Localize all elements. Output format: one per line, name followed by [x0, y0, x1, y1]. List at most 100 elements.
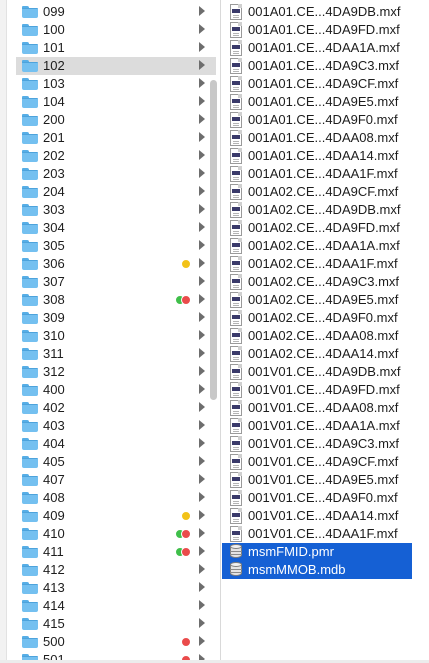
folder-row[interactable]: 415: [16, 615, 216, 633]
folder-row[interactable]: 412: [16, 561, 216, 579]
folder-row[interactable]: 408: [16, 489, 216, 507]
chevron-right-icon[interactable]: [199, 78, 205, 88]
chevron-right-icon[interactable]: [199, 6, 205, 16]
file-row[interactable]: 001V01.CE...4DA9DB.mxf: [222, 363, 412, 381]
folder-row[interactable]: 411: [16, 543, 216, 561]
folder-row[interactable]: 500: [16, 633, 216, 651]
file-row[interactable]: 001V01.CE...4DAA14.mxf: [222, 507, 412, 525]
folder-row[interactable]: 414: [16, 597, 216, 615]
file-row[interactable]: 001V01.CE...4DAA08.mxf: [222, 399, 412, 417]
file-row[interactable]: 001A02.CE...4DAA1A.mxf: [222, 237, 412, 255]
folder-row[interactable]: 306: [16, 255, 216, 273]
folder-row[interactable]: 202: [16, 147, 216, 165]
chevron-right-icon[interactable]: [199, 564, 205, 574]
file-row[interactable]: 001A01.CE...4DA9CF.mxf: [222, 75, 412, 93]
chevron-right-icon[interactable]: [199, 456, 205, 466]
column-divider[interactable]: [220, 0, 221, 663]
file-row[interactable]: 001V01.CE...4DAA1F.mxf: [222, 525, 412, 543]
chevron-right-icon[interactable]: [199, 600, 205, 610]
file-row[interactable]: 001A02.CE...4DA9F0.mxf: [222, 309, 412, 327]
folder-row[interactable]: 410: [16, 525, 216, 543]
file-row[interactable]: 001A01.CE...4DAA1A.mxf: [222, 39, 412, 57]
chevron-right-icon[interactable]: [199, 582, 205, 592]
folder-row[interactable]: 310: [16, 327, 216, 345]
chevron-right-icon[interactable]: [199, 438, 205, 448]
folder-row[interactable]: 402: [16, 399, 216, 417]
folder-row[interactable]: 099: [16, 3, 216, 21]
folder-row[interactable]: 311: [16, 345, 216, 363]
chevron-right-icon[interactable]: [199, 186, 205, 196]
folder-row[interactable]: 400: [16, 381, 216, 399]
chevron-right-icon[interactable]: [199, 312, 205, 322]
folder-row[interactable]: 307: [16, 273, 216, 291]
file-row[interactable]: 001V01.CE...4DA9C3.mxf: [222, 435, 412, 453]
file-row[interactable]: 001A02.CE...4DAA14.mxf: [222, 345, 412, 363]
chevron-right-icon[interactable]: [199, 474, 205, 484]
chevron-right-icon[interactable]: [199, 348, 205, 358]
chevron-right-icon[interactable]: [199, 42, 205, 52]
file-row[interactable]: 001A01.CE...4DA9C3.mxf: [222, 57, 412, 75]
folder-row[interactable]: 102: [16, 57, 216, 75]
chevron-right-icon[interactable]: [199, 420, 205, 430]
folder-row[interactable]: 309: [16, 309, 216, 327]
file-row[interactable]: 001A01.CE...4DA9DB.mxf: [222, 3, 412, 21]
file-row[interactable]: 001A01.CE...4DA9F0.mxf: [222, 111, 412, 129]
file-row[interactable]: 001A01.CE...4DA9E5.mxf: [222, 93, 412, 111]
file-row[interactable]: 001A01.CE...4DAA08.mxf: [222, 129, 412, 147]
folder-row[interactable]: 101: [16, 39, 216, 57]
file-row[interactable]: 001A02.CE...4DAA1F.mxf: [222, 255, 412, 273]
file-row[interactable]: msmMMOB.mdb: [222, 561, 412, 579]
file-row[interactable]: 001V01.CE...4DAA1A.mxf: [222, 417, 412, 435]
file-row[interactable]: 001A01.CE...4DA9FD.mxf: [222, 21, 412, 39]
chevron-right-icon[interactable]: [199, 132, 205, 142]
folder-row[interactable]: 103: [16, 75, 216, 93]
file-row[interactable]: 001V01.CE...4DA9E5.mxf: [222, 471, 412, 489]
file-row[interactable]: 001V01.CE...4DA9F0.mxf: [222, 489, 412, 507]
folder-row[interactable]: 407: [16, 471, 216, 489]
folder-row[interactable]: 100: [16, 21, 216, 39]
folder-row[interactable]: 305: [16, 237, 216, 255]
file-row[interactable]: 001A02.CE...4DA9DB.mxf: [222, 201, 412, 219]
folder-row[interactable]: 308: [16, 291, 216, 309]
file-row[interactable]: 001A02.CE...4DA9C3.mxf: [222, 273, 412, 291]
folder-row[interactable]: 409: [16, 507, 216, 525]
folder-row[interactable]: 200: [16, 111, 216, 129]
file-row[interactable]: 001A01.CE...4DAA14.mxf: [222, 147, 412, 165]
file-row[interactable]: 001V01.CE...4DA9CF.mxf: [222, 453, 412, 471]
chevron-right-icon[interactable]: [199, 258, 205, 268]
folder-row[interactable]: 403: [16, 417, 216, 435]
file-column[interactable]: 001A01.CE...4DA9DB.mxf 001A01.CE...4DA9FD…: [222, 0, 412, 660]
file-row[interactable]: 001A02.CE...4DA9CF.mxf: [222, 183, 412, 201]
folder-row[interactable]: 404: [16, 435, 216, 453]
chevron-right-icon[interactable]: [199, 168, 205, 178]
folder-row[interactable]: 203: [16, 165, 216, 183]
file-row[interactable]: 001A01.CE...4DAA1F.mxf: [222, 165, 412, 183]
chevron-right-icon[interactable]: [199, 96, 205, 106]
file-row[interactable]: 001A02.CE...4DA9FD.mxf: [222, 219, 412, 237]
chevron-right-icon[interactable]: [199, 294, 205, 304]
folder-row[interactable]: 312: [16, 363, 216, 381]
chevron-right-icon[interactable]: [199, 222, 205, 232]
chevron-right-icon[interactable]: [199, 276, 205, 286]
folder-row[interactable]: 204: [16, 183, 216, 201]
chevron-right-icon[interactable]: [199, 618, 205, 628]
chevron-right-icon[interactable]: [199, 510, 205, 520]
folder-row[interactable]: 304: [16, 219, 216, 237]
folder-column-scrollbar[interactable]: [210, 80, 217, 400]
chevron-right-icon[interactable]: [199, 330, 205, 340]
file-row[interactable]: 001A02.CE...4DAA08.mxf: [222, 327, 412, 345]
chevron-right-icon[interactable]: [199, 150, 205, 160]
chevron-right-icon[interactable]: [199, 24, 205, 34]
folder-row[interactable]: 413: [16, 579, 216, 597]
chevron-right-icon[interactable]: [199, 402, 205, 412]
chevron-right-icon[interactable]: [199, 366, 205, 376]
folder-column[interactable]: 099 100 101 102 103 104 200 201 202 203 204 303 304 3…: [16, 0, 216, 660]
folder-row[interactable]: 405: [16, 453, 216, 471]
folder-row[interactable]: 303: [16, 201, 216, 219]
file-row[interactable]: 001A02.CE...4DA9E5.mxf: [222, 291, 412, 309]
file-row[interactable]: msmFMID.pmr: [222, 543, 412, 561]
folder-row[interactable]: 501: [16, 651, 216, 660]
chevron-right-icon[interactable]: [199, 114, 205, 124]
chevron-right-icon[interactable]: [199, 384, 205, 394]
chevron-right-icon[interactable]: [199, 60, 205, 70]
